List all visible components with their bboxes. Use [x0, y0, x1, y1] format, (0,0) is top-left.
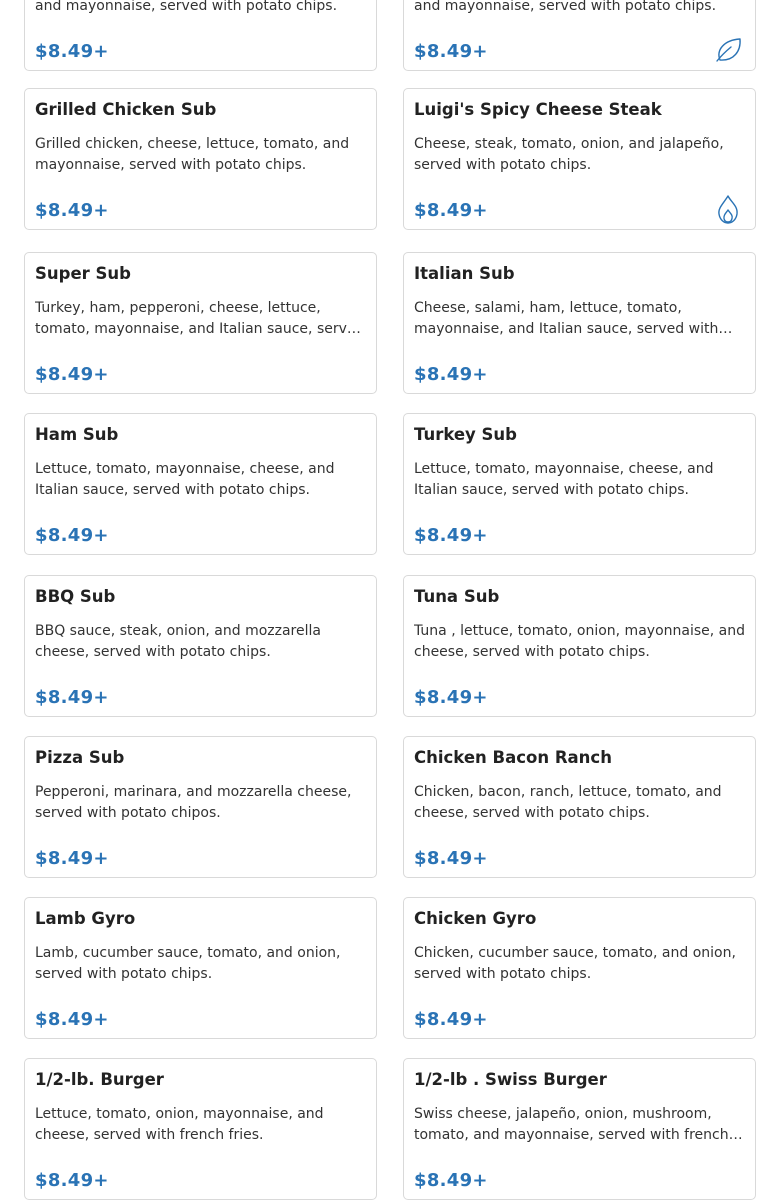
menu-item-description: Cheese, steak, tomato, onion, and jalape…	[414, 136, 724, 173]
menu-item-title: BBQ Sub	[35, 587, 116, 606]
flame-icon	[712, 193, 744, 225]
menu-item-price: $8.49+	[414, 525, 488, 546]
menu-item-price: $8.49+	[414, 848, 488, 869]
menu-item-price: $8.49+	[414, 200, 488, 221]
menu-item-title: Tuna Sub	[414, 587, 500, 606]
menu-item-title: Chicken Gyro	[414, 909, 537, 928]
menu-item-description: onion, black olives, broccoli, lettuce, …	[414, 0, 717, 14]
menu-item-card[interactable]: Super Sub Turkey, ham, pepperoni, cheese,…	[24, 252, 377, 394]
menu-item-title: Italian Sub	[414, 264, 515, 283]
menu-item-description: Lettuce, tomato, onion, mayonnaise, and …	[35, 1106, 324, 1143]
menu-item-card[interactable]: Lamb Gyro Lamb, cucumber sauce, tomato, a…	[24, 897, 377, 1039]
menu-item-description: Chicken, bacon, ranch, lettuce, tomato, …	[414, 784, 722, 821]
menu-item-price: $8.49+	[414, 364, 488, 385]
menu-item-title: Luigi's Spicy Cheese Steak	[414, 100, 662, 119]
menu-item-description: Tuna , lettuce, tomato, onion, mayonnais…	[414, 623, 745, 660]
menu-item-description: Lamb, cucumber sauce, tomato, and onion,…	[35, 945, 341, 982]
menu-item-description: Swiss cheese, jalapeño, onion, mushroom,…	[414, 1106, 729, 1143]
menu-item-card[interactable]: mushrooms, banana pepper, lettuce, tomat…	[24, 0, 377, 71]
menu-item-card[interactable]: Pizza Sub Pepperoni, marinara, and mozzar…	[24, 736, 377, 878]
menu-item-price: $8.49+	[414, 687, 488, 708]
menu-item-title: Turkey Sub	[414, 425, 517, 444]
menu-item-title: 1/2-lb. Burger	[35, 1070, 164, 1089]
menu-item-card[interactable]: onion, black olives, broccoli, lettuce, …	[403, 0, 756, 71]
menu-item-description: mushrooms, banana pepper, lettuce, tomat…	[35, 0, 338, 14]
menu-item-title: Ham Sub	[35, 425, 119, 444]
menu-item-card[interactable]: 1/2-lb . Swiss Burger Swiss cheese, jalap…	[403, 1058, 756, 1200]
menu-item-title: Chicken Bacon Ranch	[414, 748, 612, 767]
menu-item-title: Grilled Chicken Sub	[35, 100, 217, 119]
menu-item-title: 1/2-lb . Swiss Burger	[414, 1070, 607, 1089]
menu-item-title: Lamb Gyro	[35, 909, 136, 928]
menu-item-description: Lettuce, tomato, mayonnaise, cheese, and…	[414, 461, 714, 498]
menu-item-card[interactable]: Luigi's Spicy Cheese Steak Cheese, steak,…	[403, 88, 756, 230]
menu-item-price: $8.49+	[414, 1009, 488, 1030]
menu-item-title: Pizza Sub	[35, 748, 125, 767]
menu-item-description: Lettuce, tomato, mayonnaise, cheese, and…	[35, 461, 335, 498]
menu-item-description: Chicken, cucumber sauce, tomato, and oni…	[414, 945, 736, 982]
menu-item-price: $8.49+	[35, 525, 109, 546]
menu-item-card[interactable]: Chicken Bacon Ranch Chicken, bacon, ranch…	[403, 736, 756, 878]
menu-item-card[interactable]: Turkey Sub Lettuce, tomato, mayonnaise, c…	[403, 413, 756, 555]
menu-item-description: BBQ sauce, steak, onion, and mozzarella …	[35, 623, 321, 660]
menu-item-price: $8.49+	[35, 200, 109, 221]
menu-item-title: Super Sub	[35, 264, 131, 283]
menu-item-card[interactable]: Ham Sub Lettuce, tomato, mayonnaise, chee…	[24, 413, 377, 555]
menu-item-card[interactable]: Grilled Chicken Sub Grilled chicken, chee…	[24, 88, 377, 230]
menu-item-description: Turkey, ham, pepperoni, cheese, lettuce,…	[35, 300, 365, 337]
menu-item-price: $8.49+	[35, 1170, 109, 1191]
menu-item-price: $8.49+	[35, 41, 109, 62]
menu-item-price: $8.49+	[414, 1170, 488, 1191]
menu-item-card[interactable]: 1/2-lb. Burger Lettuce, tomato, onion, ma…	[24, 1058, 377, 1200]
menu-item-price: $8.49+	[35, 1009, 109, 1030]
menu-item-description: Grilled chicken, cheese, lettuce, tomato…	[35, 136, 350, 173]
menu-item-description: Cheese, salami, ham, lettuce, tomato, ma…	[414, 300, 719, 337]
menu-item-card[interactable]: Tuna Sub Tuna , lettuce, tomato, onion, m…	[403, 575, 756, 717]
menu-item-price: $8.49+	[414, 41, 488, 62]
menu-item-card[interactable]: BBQ Sub BBQ sauce, steak, onion, and mozz…	[24, 575, 377, 717]
menu-item-card[interactable]: Italian Sub Cheese, salami, ham, lettuce,…	[403, 252, 756, 394]
menu-item-price: $8.49+	[35, 848, 109, 869]
menu-item-price: $8.49+	[35, 364, 109, 385]
menu-grid: mushrooms, banana pepper, lettuce, tomat…	[0, 0, 782, 1200]
leaf-icon	[712, 34, 744, 66]
menu-item-card[interactable]: Chicken Gyro Chicken, cucumber sauce, tom…	[403, 897, 756, 1039]
menu-item-price: $8.49+	[35, 687, 109, 708]
menu-item-description: Pepperoni, marinara, and mozzarella chee…	[35, 784, 352, 821]
